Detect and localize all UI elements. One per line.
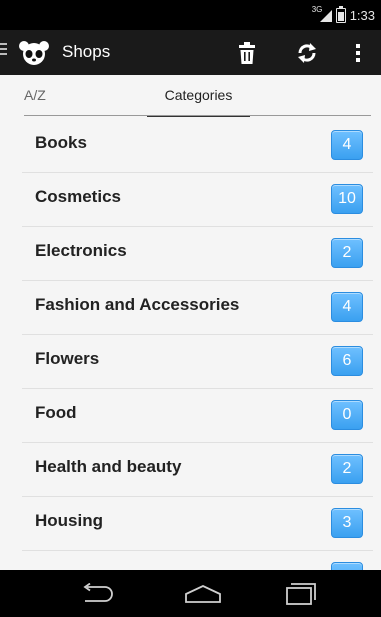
recent-apps-button[interactable] <box>278 579 324 609</box>
signal-icon: 3G <box>312 5 332 22</box>
list-item[interactable]: Health and beauty 2 <box>22 442 373 497</box>
category-name: Health and beauty <box>35 457 182 476</box>
clock: 1:33 <box>349 7 375 23</box>
list-item[interactable]: Books 4 <box>22 118 373 173</box>
list-item[interactable]: Fashion and Accessories 4 <box>22 280 373 335</box>
tab-divider <box>24 115 371 116</box>
category-name: Food <box>35 403 77 422</box>
tab-categories[interactable]: Categories <box>147 75 250 117</box>
count-badge <box>331 562 363 570</box>
drawer-indicator-icon[interactable] <box>0 43 10 61</box>
list-item[interactable]: Flowers 6 <box>22 334 373 389</box>
count-badge: 10 <box>331 184 363 214</box>
category-name: Books <box>35 133 87 152</box>
list-item[interactable]: Food 0 <box>22 388 373 443</box>
navigation-bar <box>0 570 381 617</box>
list-item[interactable]: Cosmetics 10 <box>22 172 373 227</box>
app-screen: 3G 1:33 Shops A/Z Categories Books 4 Cos… <box>0 0 381 617</box>
app-logo-icon[interactable] <box>14 37 54 69</box>
count-badge: 4 <box>331 292 363 322</box>
recent-apps-icon <box>286 583 316 605</box>
count-badge: 2 <box>331 238 363 268</box>
more-vert-icon <box>356 44 360 62</box>
back-button[interactable] <box>74 579 120 609</box>
refresh-icon <box>298 43 316 63</box>
category-name: Electronics <box>35 241 127 260</box>
tab-az-label: A/Z <box>24 87 46 103</box>
battery-icon <box>335 5 346 23</box>
list-item[interactable]: Housing 3 <box>22 496 373 551</box>
category-name: Flowers <box>35 349 100 368</box>
refresh-button[interactable] <box>290 36 324 70</box>
category-name: Cosmetics <box>35 187 121 206</box>
category-name: Fashion and Accessories <box>35 295 240 314</box>
count-badge: 6 <box>331 346 363 376</box>
count-badge: 4 <box>331 130 363 160</box>
list-item[interactable] <box>22 550 373 570</box>
clear-button[interactable] <box>232 36 262 70</box>
category-list[interactable]: Books 4 Cosmetics 10 Electronics 2 Fashi… <box>0 118 381 570</box>
home-button[interactable] <box>180 579 226 609</box>
tab-categories-label: Categories <box>164 87 233 103</box>
count-badge: 3 <box>331 508 363 538</box>
tab-az[interactable]: A/Z <box>24 75 46 115</box>
trash-icon <box>239 42 255 64</box>
status-bar: 3G 1:33 <box>0 0 381 30</box>
category-name: Housing <box>35 511 103 530</box>
list-item[interactable]: Electronics 2 <box>22 226 373 281</box>
tab-strip: A/Z Categories <box>0 75 381 117</box>
action-bar: Shops <box>0 30 381 75</box>
count-badge: 2 <box>331 454 363 484</box>
overflow-menu-button[interactable] <box>346 36 370 70</box>
status-icons: 3G 1:33 <box>312 5 375 24</box>
back-icon <box>83 583 113 602</box>
page-title: Shops <box>62 42 111 61</box>
home-icon <box>185 585 221 603</box>
count-badge: 0 <box>331 400 363 430</box>
